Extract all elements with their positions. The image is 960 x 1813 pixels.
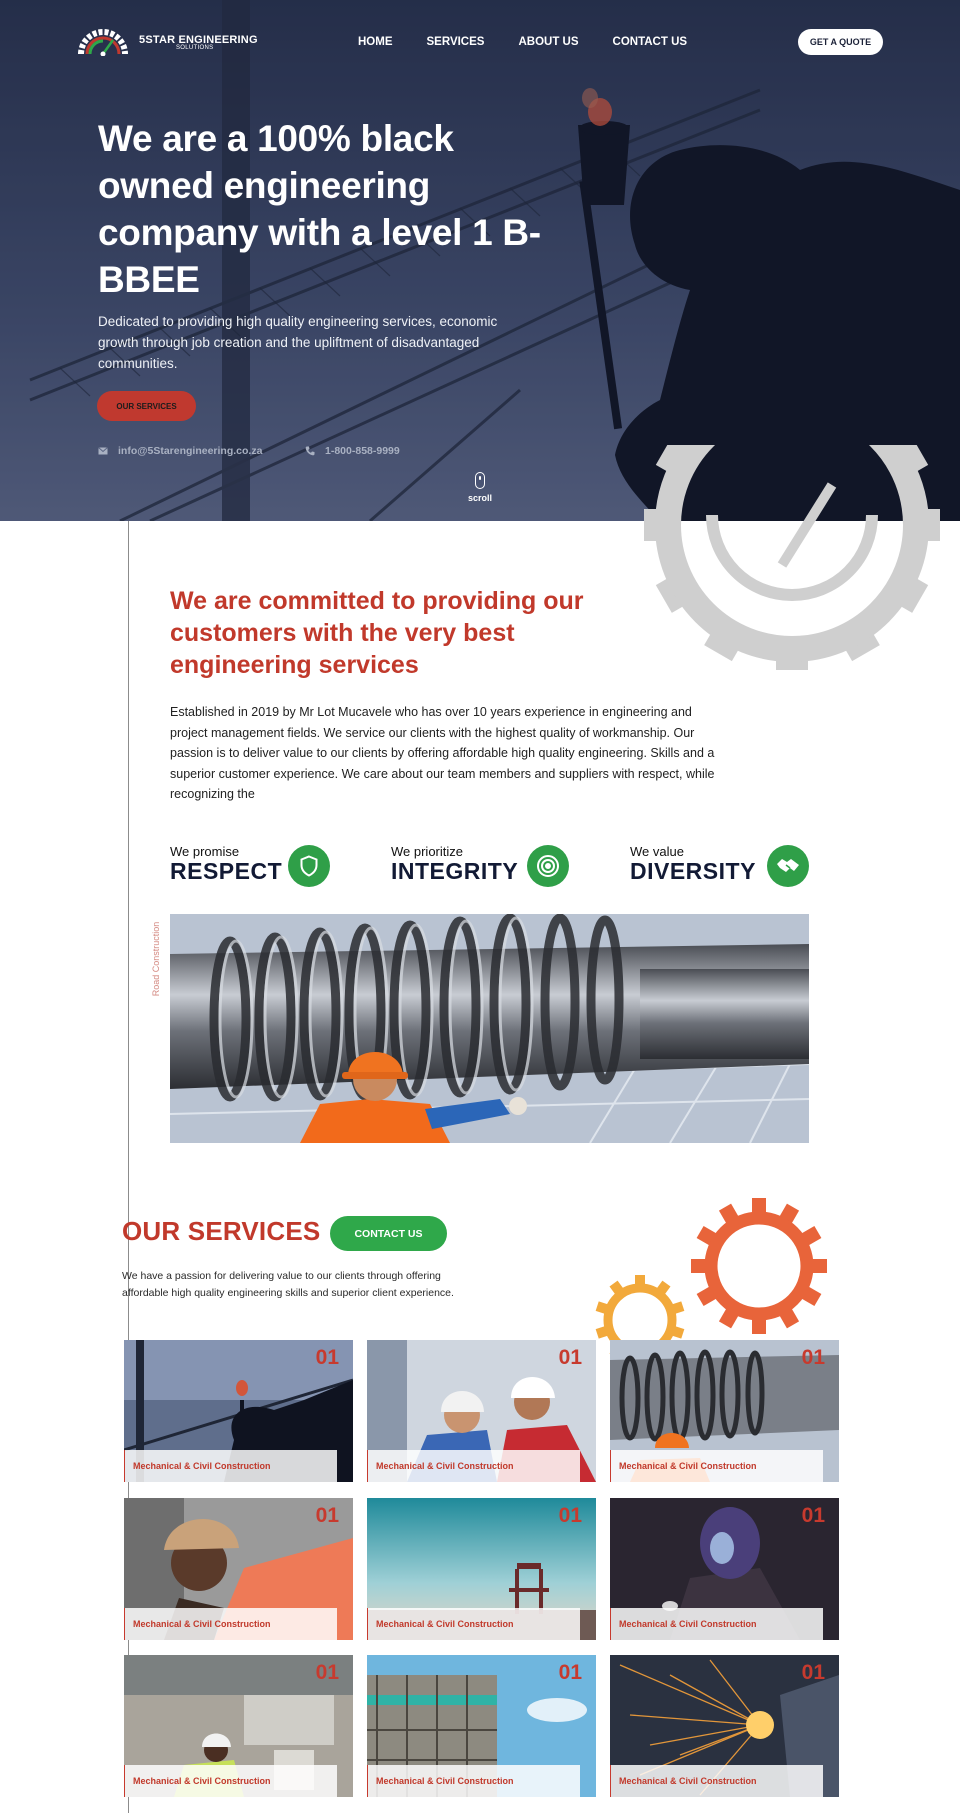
- value-respect-title: RESPECT: [170, 858, 283, 884]
- get-a-quote-button[interactable]: GET A QUOTE: [798, 29, 883, 55]
- value-diversity: We value DIVERSITY: [630, 844, 756, 884]
- card-label: Mechanical & Civil Construction: [124, 1608, 337, 1640]
- service-card[interactable]: 01 Mechanical & Civil Construction: [124, 1498, 353, 1640]
- nav-contact-link[interactable]: CONTACT US: [613, 36, 688, 48]
- value-respect-kicker: We promise: [170, 844, 240, 859]
- nav-about-link[interactable]: ABOUT US: [518, 36, 578, 48]
- services-title: OUR SERVICES: [122, 1216, 321, 1246]
- card-number: 01: [315, 1661, 339, 1684]
- service-card[interactable]: 01 Mechanical & Civil Construction: [610, 1340, 839, 1482]
- value-integrity: We prioritize INTEGRITY: [391, 844, 518, 884]
- hero-section: 5STAR ENGINEERING SOLUTIONS HOME SERVICE…: [0, 0, 960, 521]
- card-number: 01: [558, 1504, 582, 1527]
- nav-services-link[interactable]: SERVICES: [427, 36, 485, 48]
- scroll-indicator[interactable]: scroll: [462, 472, 498, 503]
- scroll-label: scroll: [467, 493, 492, 503]
- gray-gear-gauge-icon: [644, 445, 940, 670]
- card-number: 01: [558, 1661, 582, 1684]
- brand-logo[interactable]: 5STAR ENGINEERING SOLUTIONS: [76, 24, 258, 60]
- service-card[interactable]: 01 Mechanical & Civil Construction: [124, 1655, 353, 1797]
- card-label: Mechanical & Civil Construction: [610, 1608, 823, 1640]
- card-label: Mechanical & Civil Construction: [124, 1450, 337, 1482]
- card-label: Mechanical & Civil Construction: [367, 1450, 580, 1482]
- orange-gear-icon: [691, 1198, 827, 1334]
- services-description: We have a passion for delivering value t…: [122, 1270, 454, 1299]
- service-card[interactable]: 01 Mechanical & Civil Construction: [610, 1498, 839, 1640]
- hero-title: We are a 100% black owned engineering co…: [98, 118, 541, 300]
- shield-icon: [288, 845, 330, 887]
- card-number: 01: [801, 1346, 825, 1369]
- card-label: Mechanical & Civil Construction: [610, 1450, 823, 1482]
- nav-home-link[interactable]: HOME: [358, 36, 393, 48]
- gear-gauge-logo-icon: [78, 29, 128, 56]
- card-label: Mechanical & Civil Construction: [367, 1608, 580, 1640]
- mail-icon: [98, 447, 108, 455]
- card-number: 01: [315, 1346, 339, 1369]
- value-integrity-kicker: We prioritize: [391, 844, 464, 859]
- phone-icon: [305, 446, 315, 456]
- handshake-icon: [767, 845, 809, 887]
- value-diversity-title: DIVERSITY: [630, 858, 756, 884]
- value-respect: We promise RESPECT: [170, 844, 282, 884]
- card-number: 01: [801, 1661, 825, 1684]
- card-label: Mechanical & Civil Construction: [610, 1765, 823, 1797]
- card-number: 01: [315, 1504, 339, 1527]
- card-label: Mechanical & Civil Construction: [124, 1765, 337, 1797]
- page: 5STAR ENGINEERING SOLUTIONS HOME SERVICE…: [0, 0, 960, 1813]
- main-navigation: HOME SERVICES ABOUT US CONTACT US: [358, 36, 687, 48]
- about-description: Established in 2019 by Mr Lot Mucavele w…: [170, 705, 715, 801]
- mouse-scroll-icon: [475, 472, 485, 489]
- side-label-text: Road Construction: [151, 921, 161, 997]
- service-card[interactable]: 01 Mechanical & Civil Construction: [367, 1655, 596, 1797]
- service-card[interactable]: 01 Mechanical & Civil Construction: [367, 1340, 596, 1482]
- card-number: 01: [558, 1346, 582, 1369]
- service-card[interactable]: 01 Mechanical & Civil Construction: [367, 1498, 596, 1640]
- card-number: 01: [801, 1504, 825, 1527]
- service-card[interactable]: 01 Mechanical & Civil Construction: [124, 1340, 353, 1482]
- value-diversity-kicker: We value: [630, 844, 684, 859]
- industrial-turbine-photo: [170, 914, 809, 1143]
- hero-description: Dedicated to providing high quality engi…: [98, 314, 498, 371]
- hero-email-contact[interactable]: info@5Starengineering.co.za: [98, 445, 262, 457]
- our-services-button[interactable]: OUR SERVICES: [97, 391, 196, 421]
- hero-phone-contact[interactable]: 1-800-858-9999: [305, 445, 400, 457]
- hero-email-text: info@5Starengineering.co.za: [118, 445, 263, 457]
- about-title: We are committed to providing our custom…: [170, 587, 584, 679]
- target-icon: [527, 845, 569, 887]
- logo-subtitle: SOLUTIONS: [176, 45, 214, 51]
- value-integrity-title: INTEGRITY: [391, 858, 519, 884]
- contact-us-button[interactable]: CONTACT US: [330, 1216, 447, 1251]
- service-card[interactable]: 01 Mechanical & Civil Construction: [610, 1655, 839, 1797]
- hero-phone-text: 1-800-858-9999: [325, 445, 400, 457]
- card-label: Mechanical & Civil Construction: [367, 1765, 580, 1797]
